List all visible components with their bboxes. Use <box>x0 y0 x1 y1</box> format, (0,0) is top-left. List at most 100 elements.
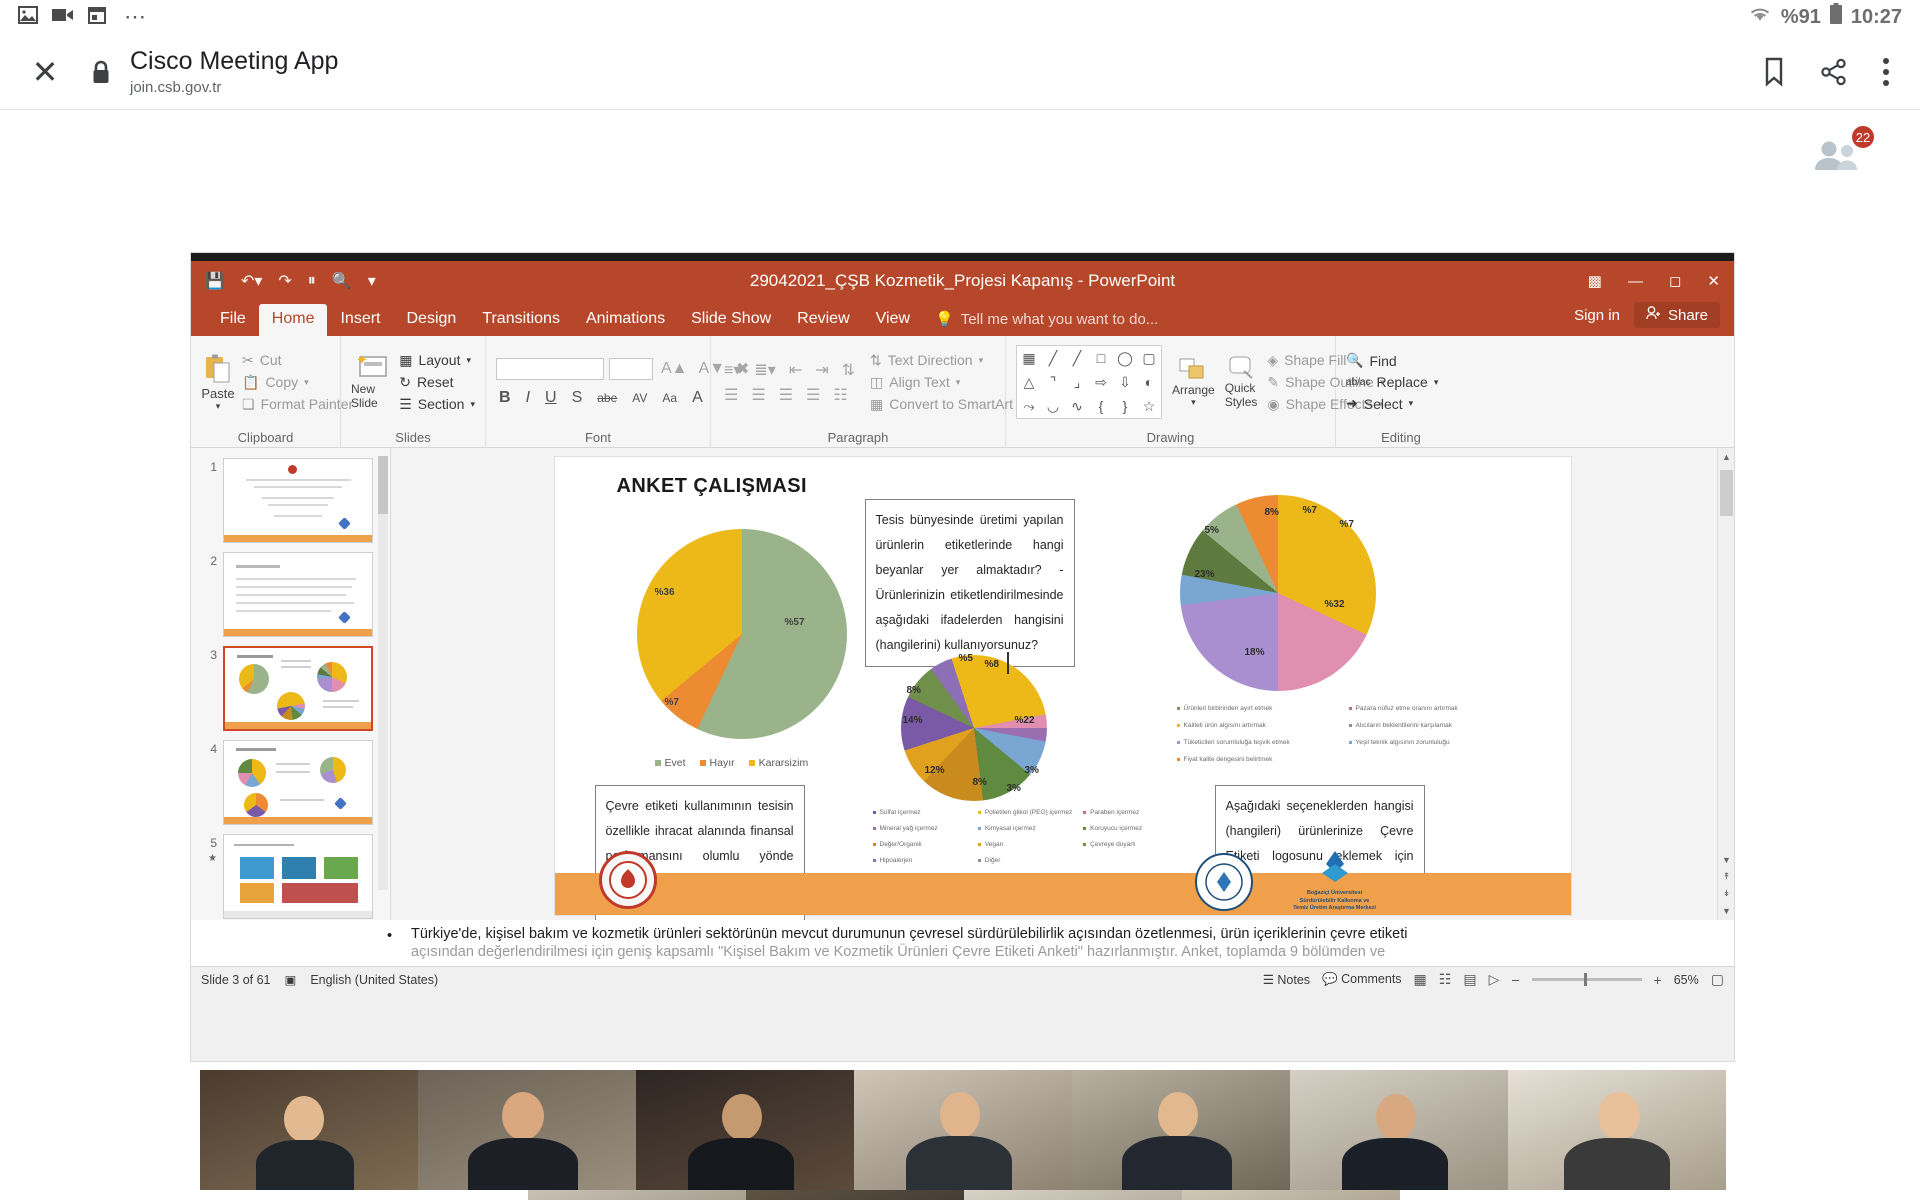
notes-pane[interactable]: • Türkiye'de, kişisel bakım ve kozmetik … <box>191 920 1734 966</box>
slideshow-icon[interactable]: ▷ <box>1489 971 1500 988</box>
zoom-in-icon[interactable]: + <box>1654 972 1662 988</box>
accessibility-icon[interactable]: ▣ <box>285 972 297 987</box>
numbering-icon[interactable]: ≣▾ <box>751 360 778 380</box>
thumbnail-scrollbar-thumb[interactable] <box>378 456 388 514</box>
shape-rectangle-icon[interactable]: □ <box>1089 346 1113 370</box>
current-slide[interactable]: ANKET ÇALIŞMASI %57 %7 %36 Evet Hayır Ka… <box>553 456 1572 928</box>
tab-design[interactable]: Design <box>393 304 469 336</box>
scroll-up-icon[interactable]: ▲ <box>1718 448 1734 465</box>
layout-button[interactable]: ▦ Layout ▾ <box>399 352 475 369</box>
chevron-down-icon[interactable]: ▾ <box>1434 377 1439 388</box>
shape-oval-icon[interactable]: ◯ <box>1113 346 1137 370</box>
font-size-input[interactable] <box>609 357 653 380</box>
convert-to-smartart-button[interactable]: ▦Convert to SmartArt▾ <box>870 396 1023 413</box>
video-tile-participant-5[interactable] <box>1072 1070 1290 1190</box>
thumbnail-scrollbar[interactable] <box>378 456 388 890</box>
shape-arrow-icon[interactable]: ╱ <box>1065 346 1089 370</box>
video-tile-participant-3[interactable] <box>636 1070 854 1190</box>
start-slideshow-icon[interactable]: ⏸ <box>308 272 316 290</box>
align-right-icon[interactable]: ☰ <box>776 385 796 405</box>
chevron-down-icon[interactable]: ▾ <box>216 401 221 412</box>
reading-view-icon[interactable]: ▤ <box>1463 971 1476 988</box>
scrollbar-thumb[interactable] <box>1720 470 1733 516</box>
format-painter-button[interactable]: ❏ Format Painter <box>242 396 353 413</box>
shadow-button[interactable]: S <box>569 389 586 407</box>
participants-button[interactable]: 22 <box>1800 124 1876 184</box>
slide-thumbnail-2[interactable]: 2 <box>201 552 384 637</box>
slide-sorter-icon[interactable]: ☷ <box>1439 971 1452 988</box>
slide-vertical-scrollbar[interactable]: ▲ ▼ ↟ ↡ ▼ <box>1717 448 1734 920</box>
find-button[interactable]: 🔍 Find <box>1346 352 1438 369</box>
close-tab-button[interactable]: ✕ <box>22 56 68 88</box>
tab-file[interactable]: File <box>207 304 259 336</box>
chevron-down-icon[interactable]: ▾ <box>470 399 475 410</box>
search-icon[interactable]: 🔍 <box>332 271 352 291</box>
shape-elbow-icon[interactable]: ⌝ <box>1041 370 1065 394</box>
tab-transitions[interactable]: Transitions <box>469 304 573 336</box>
replace-button[interactable]: ab/ac Replace ▾ <box>1346 374 1438 390</box>
shape-scribble-icon[interactable]: ⤳ <box>1017 394 1041 418</box>
slide-counter[interactable]: Slide 3 of 61 <box>201 973 271 987</box>
share-icon[interactable] <box>1820 58 1848 86</box>
tab-home[interactable]: Home <box>258 304 328 336</box>
shape-down-arrow-icon[interactable]: ⇩ <box>1113 370 1137 394</box>
share-button[interactable]: Share <box>1633 302 1720 328</box>
zoom-level-label[interactable]: 65% <box>1674 973 1699 987</box>
justify-icon[interactable]: ☰ <box>803 385 823 405</box>
underline-button[interactable]: U <box>542 389 560 407</box>
new-slide-button[interactable]: New Slide <box>351 341 392 423</box>
ribbon-display-options-icon[interactable]: ▩ <box>1588 272 1602 290</box>
tab-animations[interactable]: Animations <box>573 304 678 336</box>
slide-thumbnail-1[interactable]: 1 <box>201 458 384 543</box>
video-tile-participant-6[interactable] <box>1290 1070 1508 1190</box>
shape-line-icon[interactable]: ╱ <box>1041 346 1065 370</box>
minimize-icon[interactable]: — <box>1628 273 1643 290</box>
paste-button[interactable]: Paste ▾ <box>201 341 235 423</box>
change-case-button[interactable]: Aa <box>659 391 680 405</box>
redo-icon[interactable]: ↷ <box>278 271 291 291</box>
overflow-menu-icon[interactable] <box>1882 57 1890 87</box>
shape-textbox-icon[interactable]: ▦ <box>1017 346 1041 370</box>
character-spacing-button[interactable]: AV <box>629 391 650 405</box>
cut-button[interactable]: ✂ Cut <box>242 352 353 369</box>
bullets-icon[interactable]: ≡▾ <box>721 360 744 380</box>
zoom-out-icon[interactable]: − <box>1511 972 1519 988</box>
font-name-input[interactable] <box>496 357 604 380</box>
video-tile-participant-7[interactable] <box>1508 1070 1726 1190</box>
shape-right-arrow-icon[interactable]: ⇨ <box>1089 370 1113 394</box>
tab-review[interactable]: Review <box>784 304 862 336</box>
slide-thumbnail-5[interactable]: 5 ★ <box>201 834 384 919</box>
increase-indent-icon[interactable]: ⇥ <box>812 360 831 380</box>
tell-me-search[interactable]: 💡 Tell me what you want to do... <box>923 304 1170 336</box>
video-tile-participant-4[interactable] <box>854 1070 1072 1190</box>
tab-insert[interactable]: Insert <box>327 304 393 336</box>
restore-icon[interactable]: ◻ <box>1669 272 1681 290</box>
font-color-button[interactable]: A <box>689 389 706 407</box>
language-label[interactable]: English (United States) <box>310 973 438 987</box>
slide-canvas-area[interactable]: ANKET ÇALIŞMASI %57 %7 %36 Evet Hayır Ka… <box>391 448 1734 928</box>
normal-view-icon[interactable]: ▦ <box>1414 971 1427 988</box>
sign-in-button[interactable]: Sign in <box>1574 307 1620 324</box>
undo-icon[interactable]: ↶▾ <box>241 271 262 291</box>
shape-elbow-arrow-icon[interactable]: ⌟ <box>1065 370 1089 394</box>
scroll-down-arrow-icon[interactable]: ▼ <box>1718 902 1734 919</box>
select-button[interactable]: ➜ Select ▾ <box>1346 395 1438 412</box>
columns-icon[interactable]: ☷ <box>830 385 850 405</box>
shape-pie-icon[interactable]: ◐ <box>1137 370 1161 394</box>
reset-button[interactable]: ↻ Reset <box>399 374 475 391</box>
line-spacing-icon[interactable]: ⇅ <box>839 360 858 380</box>
shared-screen-powerpoint[interactable]: 💾 ↶▾ ↷ ⏸ 🔍 ▾ 29042021_ÇŞB Kozmetik_Proje… <box>190 252 1735 1062</box>
shape-left-brace-icon[interactable]: { <box>1089 394 1113 418</box>
copy-button[interactable]: 📋 Copy ▾ <box>242 374 353 391</box>
section-button[interactable]: ☰ Section ▾ <box>399 396 475 413</box>
tab-slide-show[interactable]: Slide Show <box>678 304 784 336</box>
slide-thumbnail-pane[interactable]: 1 2 3 4 5 ★ <box>191 448 391 920</box>
strikethrough-button[interactable]: abe <box>594 391 620 405</box>
chevron-down-icon[interactable]: ▾ <box>1191 397 1196 408</box>
video-tile-participant-9[interactable] <box>746 1190 964 1200</box>
bold-button[interactable]: B <box>496 389 514 407</box>
tab-view[interactable]: View <box>863 304 923 336</box>
chevron-down-icon[interactable]: ▾ <box>466 355 471 366</box>
shape-star-icon[interactable]: ☆ <box>1137 394 1161 418</box>
customize-quick-access-icon[interactable]: ▾ <box>368 271 376 291</box>
